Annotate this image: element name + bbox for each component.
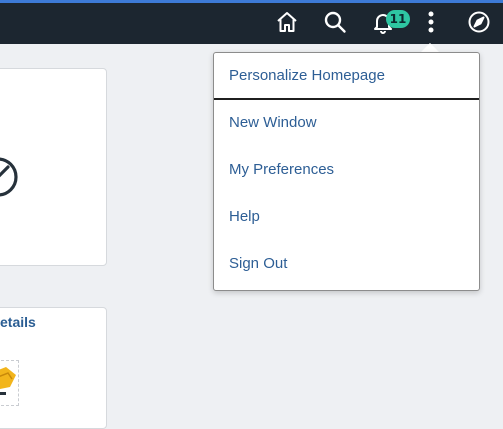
home-button[interactable] bbox=[272, 9, 302, 39]
top-navigation-bar bbox=[0, 3, 503, 44]
menu-item-new-window[interactable]: New Window bbox=[214, 100, 479, 144]
tile-title: etails bbox=[0, 314, 36, 330]
menu-pointer bbox=[421, 43, 439, 52]
actions-dropdown-menu: Personalize Homepage New Window My Prefe… bbox=[213, 52, 480, 291]
notification-count-badge: 11 bbox=[386, 10, 410, 28]
home-icon bbox=[275, 10, 299, 39]
search-button[interactable] bbox=[320, 9, 350, 39]
handshake-icon bbox=[0, 365, 18, 400]
gauge-icon bbox=[0, 153, 20, 204]
menu-item-my-preferences[interactable]: My Preferences bbox=[214, 147, 479, 191]
compass-icon bbox=[467, 10, 491, 39]
menu-item-help[interactable]: Help bbox=[214, 194, 479, 238]
actions-menu-button[interactable] bbox=[416, 9, 446, 39]
menu-item-sign-out[interactable]: Sign Out bbox=[214, 241, 479, 285]
navigator-button[interactable] bbox=[464, 9, 494, 39]
more-vertical-icon bbox=[419, 10, 443, 39]
menu-item-personalize-homepage[interactable]: Personalize Homepage bbox=[214, 53, 479, 97]
search-icon bbox=[323, 10, 347, 39]
